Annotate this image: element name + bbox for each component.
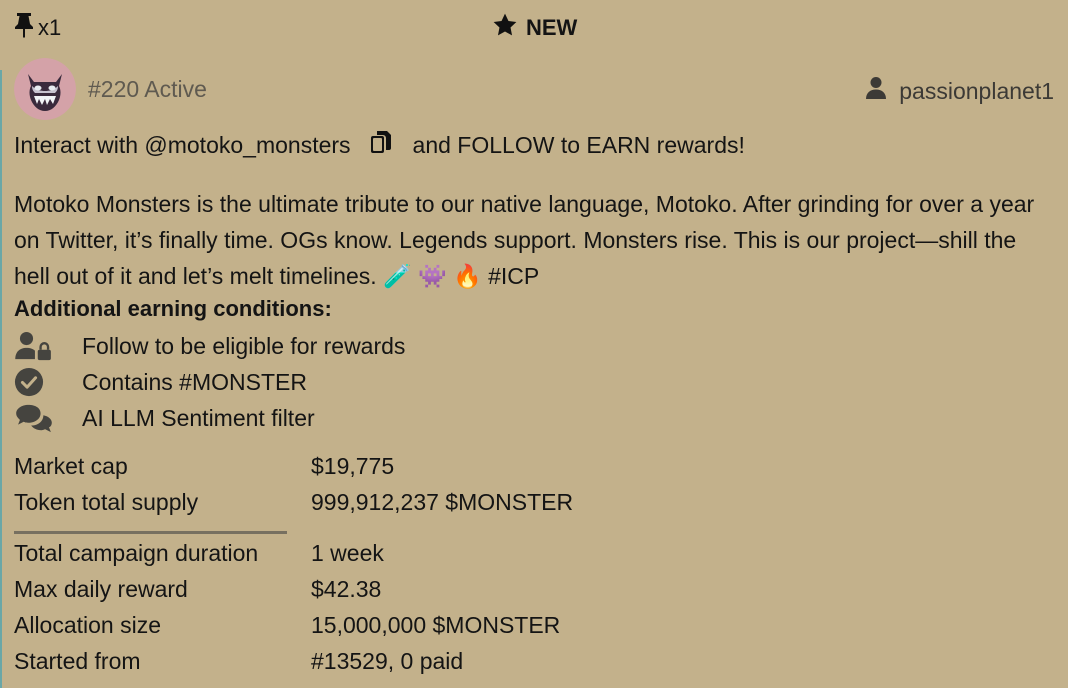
star-icon [492, 12, 518, 44]
campaign-status: #220 Active [88, 76, 207, 102]
copy-icon [370, 130, 392, 160]
allocation-value: 15,000,000 $MONSTER [311, 612, 561, 638]
interact-suffix: and FOLLOW to EARN rewards! [412, 131, 745, 158]
started-label: Started from [14, 648, 141, 674]
token-supply-label: Token total supply [14, 489, 199, 515]
interact-line: Interact with @motoko_monsters and FOLLO… [14, 131, 745, 159]
comments-icon [14, 402, 54, 434]
interact-prefix: Interact with @motoko_monsters [14, 131, 351, 158]
new-badge: NEW [492, 12, 577, 44]
section-divider [14, 531, 287, 534]
avatar[interactable] [14, 58, 76, 120]
pin-count: x1 [38, 15, 62, 40]
condition-label: Contains #MONSTER [82, 368, 307, 395]
campaign-owner[interactable]: passionplanet1 [865, 76, 1054, 106]
conditions-title: Additional earning conditions: [14, 296, 332, 321]
duration-value: 1 week [311, 540, 384, 566]
check-circle-icon [14, 366, 54, 398]
started-value: #13529, 0 paid [311, 648, 464, 674]
copy-button[interactable] [367, 131, 395, 159]
campaign-card: x1 NEW #220 Active passionplanet1 Intera… [0, 0, 1068, 688]
market-cap-value: $19,775 [311, 453, 395, 479]
duration-label: Total campaign duration [14, 540, 259, 566]
owner-name: passionplanet1 [899, 77, 1054, 104]
allocation-label: Allocation size [14, 612, 162, 638]
condition-label: AI LLM Sentiment filter [82, 404, 315, 431]
condition-item: Contains #MONSTER [14, 364, 307, 400]
pin-icon [14, 12, 34, 44]
max-reward-label: Max daily reward [14, 576, 188, 602]
condition-item: AI LLM Sentiment filter [14, 400, 315, 436]
pin-indicator[interactable]: x1 [14, 12, 61, 44]
user-lock-icon [14, 330, 54, 362]
token-supply-value: 999,912,237 $MONSTER [311, 489, 574, 515]
condition-label: Follow to be eligible for rewards [82, 332, 406, 359]
user-icon [865, 76, 887, 106]
card-header: x1 NEW [0, 0, 1068, 54]
market-cap-label: Market cap [14, 453, 128, 479]
new-label: NEW [526, 15, 578, 40]
campaign-description: Motoko Monsters is the ultimate tribute … [14, 191, 1035, 289]
condition-item: Follow to be eligible for rewards [14, 328, 405, 364]
card-accent-border [0, 70, 2, 688]
max-reward-value: $42.38 [311, 576, 382, 602]
